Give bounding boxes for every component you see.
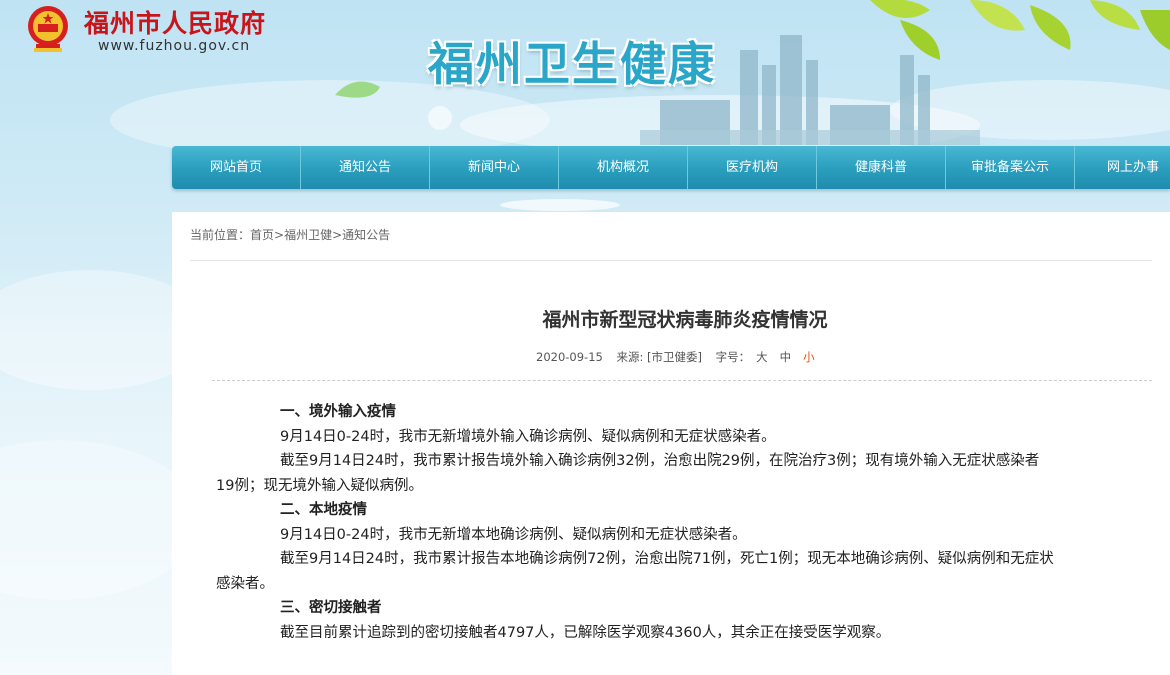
- article-paragraph: 截至9月14日24时，我市累计报告境外输入确诊病例32例，治愈出院29例，在院治…: [280, 453, 1040, 469]
- dashed-divider: [212, 380, 1152, 381]
- article-paragraph: 9月14日0-24时，我市无新增本地确诊病例、疑似病例和无症状感染者。: [280, 526, 747, 543]
- breadcrumb-home-link[interactable]: 首页: [250, 228, 274, 242]
- article-paragraph: 19例；现无境外输入疑似病例。: [216, 477, 423, 494]
- article-paragraph: 截至9月14日24时，我市累计报告本地确诊病例72例，治愈出院71例，死亡1例；…: [280, 551, 1054, 567]
- gov-site-title[interactable]: 福州市人民政府: [84, 4, 266, 40]
- breadcrumb-separator: >: [274, 228, 285, 242]
- site-header: 福州市人民政府 www.fuzhou.gov.cn 福州卫生健康: [0, 0, 1170, 145]
- article-body: 一、境外输入疫情 9月14日0-24时，我市无新增境外输入确诊病例、疑似病例和无…: [216, 400, 1128, 645]
- divider: [190, 260, 1152, 261]
- article-paragraph: 截至目前累计追踪到的密切接触者4797人，已解除医学观察4360人，其余正在接受…: [280, 624, 891, 641]
- section-heading: 二、本地疫情: [280, 502, 367, 518]
- breadcrumb: 当前位置：首页>福州卫健>通知公告: [190, 226, 390, 243]
- nav-item-organization[interactable]: 机构概况: [559, 146, 688, 189]
- section-heading: 一、境外输入疫情: [280, 404, 396, 420]
- nav-item-medical-institutions[interactable]: 医疗机构: [688, 146, 817, 189]
- nav-item-online-services[interactable]: 网上办事: [1075, 146, 1170, 189]
- nav-item-health-education[interactable]: 健康科普: [817, 146, 946, 189]
- article-paragraph: 9月14日0-24时，我市无新增境外输入确诊病例、疑似病例和无症状感染者。: [280, 428, 776, 445]
- breadcrumb-separator: >: [332, 228, 343, 242]
- nav-item-news[interactable]: 新闻中心: [430, 146, 559, 189]
- font-size-label: 字号：: [715, 350, 751, 364]
- breadcrumb-current-link[interactable]: 通知公告: [342, 228, 390, 242]
- nav-item-home[interactable]: 网站首页: [172, 146, 301, 189]
- article-meta: 2020-09-15 来源: [市卫健委] 字号： 大中小: [536, 349, 815, 365]
- font-size-large-button[interactable]: 大: [756, 350, 768, 364]
- font-size-small-button[interactable]: 小: [803, 350, 815, 364]
- font-size-medium-button[interactable]: 中: [780, 350, 792, 364]
- section-heading: 三、密切接触者: [280, 600, 382, 616]
- main-navigation: 网站首页 通知公告 新闻中心 机构概况 医疗机构 健康科普 审批备案公示 网上办…: [172, 146, 1170, 189]
- article-title: 福州市新型冠状病毒肺炎疫情情况: [542, 308, 828, 331]
- breadcrumb-section-link[interactable]: 福州卫健: [284, 228, 332, 242]
- article-panel: 当前位置：首页>福州卫健>通知公告 福州市新型冠状病毒肺炎疫情情况 2020-0…: [172, 212, 1170, 675]
- national-emblem-icon: [28, 6, 68, 52]
- nav-item-notices[interactable]: 通知公告: [301, 146, 430, 189]
- article-source: 来源: [市卫健委]: [616, 350, 703, 364]
- breadcrumb-prefix: 当前位置：: [190, 228, 251, 242]
- article-paragraph: 感染者。: [216, 575, 274, 592]
- article-date: 2020-09-15: [536, 350, 603, 364]
- leaves-decoration: [870, 0, 1170, 60]
- gov-site-url[interactable]: www.fuzhou.gov.cn: [98, 38, 250, 54]
- nav-item-approval-disclosure[interactable]: 审批备案公示: [946, 146, 1075, 189]
